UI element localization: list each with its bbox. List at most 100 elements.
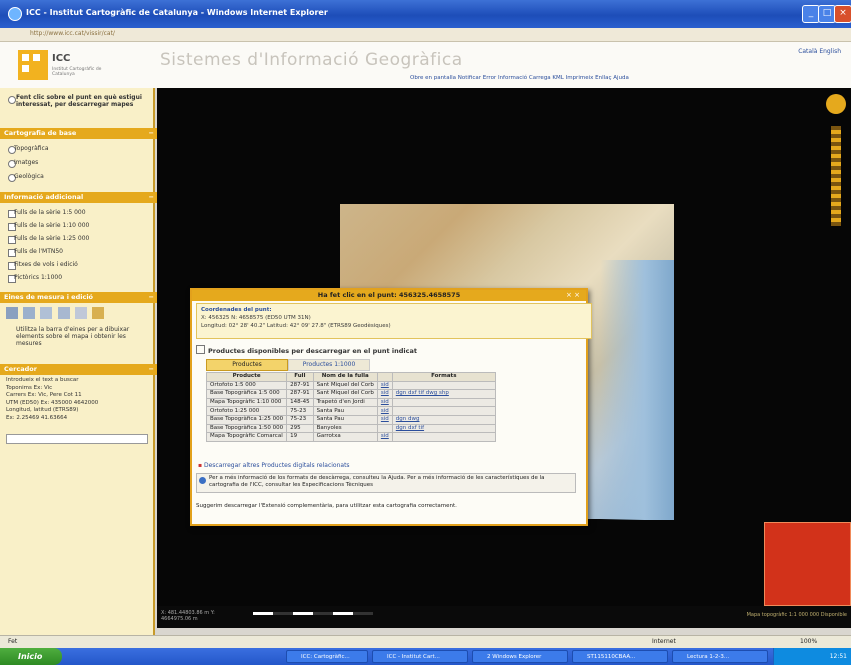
zoom-slider[interactable] xyxy=(831,126,841,226)
section-title: Cercador xyxy=(4,365,37,373)
search-help-line: Toponims Ex: Vic xyxy=(6,384,53,391)
search-help-line: Longitud, latitud (ETRS89) xyxy=(6,407,79,413)
download-link[interactable]: sid xyxy=(376,397,393,408)
cell: 19 xyxy=(286,432,314,442)
cell: 148-45 xyxy=(286,397,314,408)
table-row: Ortofoto 1:25 000 75-23 Santa Pau sid xyxy=(205,406,496,416)
map-coast xyxy=(600,260,674,520)
ruler-icon[interactable] xyxy=(6,307,18,319)
zoom-level[interactable]: 100% xyxy=(800,638,817,645)
option-label: Topogràfica xyxy=(14,145,49,152)
address-bar[interactable]: http://www.icc.cat/vissir/cat/ xyxy=(0,28,851,42)
download-link[interactable]: sid xyxy=(376,432,393,442)
cell: Sant Miquel del Corb xyxy=(312,389,378,399)
pan-icon[interactable] xyxy=(826,94,846,114)
option-label: Fulls de la sèrie 1:10 000 xyxy=(14,222,90,229)
map-toolbar[interactable]: Obre en pantalla Notificar Error Informa… xyxy=(410,75,850,85)
format-links[interactable] xyxy=(391,406,496,416)
download-link[interactable] xyxy=(376,423,393,434)
other-products-text[interactable]: Descarregar altres Productes digitals re… xyxy=(204,462,350,469)
window-titlebar: ICC - Institut Cartogràfic de Catalunya … xyxy=(0,0,851,28)
window-title: ICC - Institut Cartogràfic de Catalunya … xyxy=(26,8,328,17)
tab-productes[interactable]: Productes xyxy=(206,359,288,371)
sidebar-intro: Fent clic sobre el punt en què estigui i… xyxy=(16,94,142,108)
download-link[interactable]: sid xyxy=(376,414,393,425)
format-links[interactable]: dgn dxf tif xyxy=(391,423,496,434)
start-button[interactable]: Inicio xyxy=(0,648,62,665)
cell: Base Topogràfica 1:50 000 xyxy=(205,423,288,434)
cell: 75-23 xyxy=(286,414,314,425)
download-link[interactable]: sid xyxy=(376,406,393,416)
format-links[interactable] xyxy=(391,432,496,442)
other-products-link[interactable]: ▪ Descarregar altres Productes digitals … xyxy=(198,462,350,469)
point-icon[interactable] xyxy=(57,307,70,319)
products-heading: Productes disponibles per descarregar en… xyxy=(196,345,417,355)
info-icon xyxy=(199,477,206,484)
tab-productes-1000[interactable]: Productes 1:1000 xyxy=(288,359,370,371)
cell: Banyoles xyxy=(312,423,378,434)
language-links[interactable]: Català English xyxy=(798,48,841,55)
option-label: Fulls de la sèrie 1:25 000 xyxy=(14,235,90,242)
section-title: Informació addicional xyxy=(4,193,84,201)
cell: 287-91 xyxy=(286,380,314,391)
map-coords: X: 481.44803.86 m Y: 4664975.06 m xyxy=(161,610,215,622)
browser-statusbar: Fet Internet 100% xyxy=(0,635,851,648)
cell: Trapetó d'en Jordi xyxy=(312,397,378,408)
cell: Mapa Topogràfic 1:10 000 xyxy=(205,397,288,408)
option-label: Geològica xyxy=(14,173,44,180)
icc-logo xyxy=(18,50,48,80)
polygon-icon[interactable] xyxy=(40,307,53,319)
taskbar-item[interactable]: ICC: Cartogràfic... xyxy=(286,650,368,663)
taskbar-item[interactable]: ST115110CBAA... xyxy=(572,650,668,663)
option-label: Pictòrics 1:1000 xyxy=(14,274,63,281)
info-box: Per a més informació de los formats de d… xyxy=(196,473,576,493)
popup-coordinates: Coordenades del punt: X: 456325 N: 46585… xyxy=(196,303,592,339)
format-links[interactable]: dgn dxf tif dwg shp xyxy=(391,389,496,399)
search-help-line: Ex: 2.25469 41.63664 xyxy=(6,414,68,421)
popup-close-icon[interactable]: × × xyxy=(566,291,580,299)
logo-text: ICC xyxy=(52,53,71,64)
cell: 287-91 xyxy=(286,389,314,399)
security-zone: Internet xyxy=(652,638,676,645)
delete-icon[interactable] xyxy=(92,307,105,319)
search-input[interactable] xyxy=(6,434,148,444)
zoom-control[interactable] xyxy=(823,92,849,232)
address-url[interactable]: http://www.icc.cat/vissir/cat/ xyxy=(30,30,115,37)
close-button[interactable]: × xyxy=(834,5,851,23)
products-heading-text: Productes disponibles per descarregar en… xyxy=(208,347,417,355)
cell: Santa Pau xyxy=(312,414,378,425)
option-label: Fulls de la sèrie 1:5 000 xyxy=(14,209,86,216)
search-help-line: Carrers Ex: Vic, Pere Cot 11 xyxy=(6,392,82,398)
download-link[interactable]: sid xyxy=(376,380,393,391)
taskbar-item[interactable]: ICC - Institut Cart... xyxy=(372,650,468,663)
system-tray: 12:51 xyxy=(773,648,851,665)
format-links[interactable]: dgn dwg xyxy=(391,414,496,425)
cell: Ortofoto 1:25 000 xyxy=(205,406,288,416)
tool-icons xyxy=(6,307,105,321)
collapse-icon[interactable]: − xyxy=(149,128,154,139)
taskbar: Inicio ICC: Cartogràfic... ICC - Institu… xyxy=(0,648,851,665)
status-text: Fet xyxy=(8,638,18,645)
table-row: Base Topogràfica 1:25 000 75-23 Santa Pau s… xyxy=(205,414,496,425)
format-links[interactable] xyxy=(391,380,496,391)
map-statusbar: X: 481.44803.86 m Y: 4664975.06 m Mapa t… xyxy=(157,606,851,628)
col-header: Nom de la fulla xyxy=(312,372,378,382)
cell: 75-23 xyxy=(286,406,314,416)
col-header xyxy=(376,372,393,382)
collapse-icon[interactable]: − xyxy=(149,292,154,303)
cell: Santa Pau xyxy=(312,406,378,416)
taskbar-item[interactable]: 2 Windows Explorer xyxy=(472,650,568,663)
collapse-icon[interactable]: − xyxy=(149,192,154,203)
line-icon[interactable] xyxy=(23,307,36,319)
text-icon[interactable] xyxy=(74,307,87,319)
collapse-icon[interactable]: − xyxy=(149,364,154,375)
taskbar-item[interactable]: Lectura 1-2-3... xyxy=(672,650,768,663)
overview-map[interactable] xyxy=(764,522,851,606)
format-links[interactable] xyxy=(391,397,496,408)
table-row: Ortofoto 1:5 000 287-91 Sant Miquel del Co… xyxy=(205,380,496,391)
download-link[interactable]: sid xyxy=(376,389,393,399)
search-help-line: Introdueix el text a buscar xyxy=(6,377,79,383)
search-help-line: UTM (ED50) Ex: 435000 4642000 xyxy=(6,399,99,406)
option-label: Fitxes de vols i edició xyxy=(14,261,78,268)
ie-icon xyxy=(8,7,22,21)
